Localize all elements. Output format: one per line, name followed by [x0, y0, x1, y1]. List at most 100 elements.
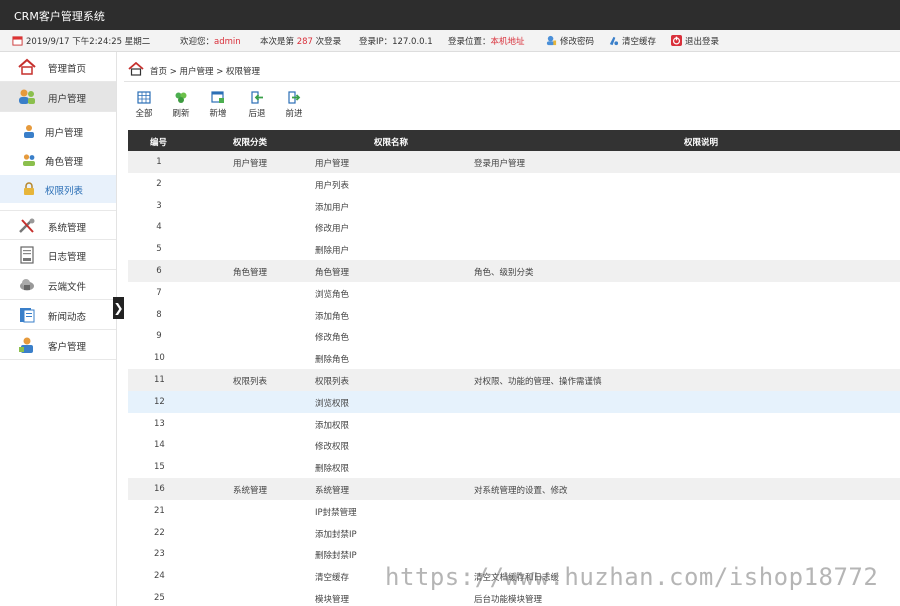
table-row[interactable]: 21 IP封禁管理 — [128, 500, 900, 522]
breadcrumb-text[interactable]: 首页 > 用户管理 > 权限管理 — [150, 65, 260, 77]
cell-desc: 对权限、功能的管理、操作需谨慎 — [474, 377, 602, 387]
cell-name: IP封禁管理 — [315, 507, 357, 518]
col-header-category[interactable]: 权限分类 — [233, 136, 267, 148]
cell-category: 权限列表 — [233, 377, 268, 387]
login-ip: 登录IP：127.0.0.1 — [359, 37, 433, 47]
table-row[interactable]: 13 添加权限 — [128, 413, 900, 435]
cell-name: 浏览权限 — [315, 398, 350, 409]
cell-desc: 后台功能模块管理 — [474, 595, 543, 605]
back-icon — [251, 91, 263, 104]
cell-id: 8 — [156, 309, 162, 320]
col-header-id[interactable]: 编号 — [150, 136, 167, 148]
broom-icon — [609, 36, 619, 46]
cell-id: 13 — [154, 418, 165, 429]
table-row[interactable]: 4 修改用户 — [128, 216, 900, 238]
cell-id: 12 — [154, 396, 165, 407]
user-icon — [24, 125, 34, 138]
table-row[interactable]: 6 角色管理 角色管理 角色、级别分类 — [128, 260, 900, 282]
sidebar-subitem-permissions[interactable]: 权限列表 — [0, 175, 116, 203]
cell-name: 删除用户 — [315, 246, 350, 257]
cell-id: 16 — [154, 484, 165, 494]
forward-button[interactable]: 前进 — [279, 91, 309, 121]
cell-category: 角色管理 — [233, 268, 268, 278]
sidebar-item-news[interactable]: 新闻动态 — [0, 300, 116, 330]
sidebar-subitem-users[interactable]: 用户管理 — [0, 117, 116, 145]
cell-name: 修改用户 — [315, 224, 350, 235]
clear-cache-link[interactable]: 清空缓存 — [608, 35, 656, 47]
table-row[interactable]: 3 添加用户 — [128, 195, 900, 217]
table-row[interactable]: 15 删除权限 — [128, 456, 900, 478]
users-icon — [19, 89, 35, 104]
cell-id: 6 — [156, 266, 162, 276]
calendar-icon — [12, 36, 23, 46]
watermark: https://www.huzhan.com/ishop18772 — [385, 563, 879, 591]
back-button[interactable]: 后退 — [242, 91, 272, 121]
col-header-desc[interactable]: 权限说明 — [684, 136, 718, 148]
cell-category: 用户管理 — [233, 159, 268, 169]
customer-icon — [19, 337, 33, 353]
cell-id: 2 — [156, 178, 162, 189]
tools-icon — [19, 218, 35, 233]
cell-desc: 对系统管理的设置、修改 — [474, 486, 568, 496]
table-row[interactable]: 9 修改角色 — [128, 325, 900, 347]
logout-link[interactable]: 退出登录 — [671, 35, 719, 47]
cell-name: 删除封禁IP — [315, 551, 357, 562]
cell-name: 修改角色 — [315, 333, 350, 344]
cell-id: 25 — [154, 593, 165, 603]
table-row[interactable]: 1 用户管理 用户管理 登录用户管理 — [128, 151, 900, 173]
table-header: 编号 权限分类 权限名称 权限说明 — [128, 130, 900, 151]
sidebar-toggle-button[interactable]: ❯ — [113, 297, 124, 319]
table-row[interactable]: 8 添加角色 — [128, 304, 900, 326]
sidebar-item-cloud-files[interactable]: 云端文件 — [0, 270, 116, 300]
sidebar-item-logs[interactable]: 日志管理 — [0, 240, 116, 270]
refresh-button[interactable]: 刷新 — [166, 91, 196, 121]
cell-name: 权限列表 — [315, 377, 350, 387]
cell-desc: 角色、级别分类 — [474, 268, 534, 278]
sidebar-subitem-roles[interactable]: 角色管理 — [0, 146, 116, 174]
cell-name: 浏览角色 — [315, 289, 350, 300]
login-location: 登录位置：本机地址 — [448, 37, 525, 47]
cell-id: 24 — [154, 571, 165, 582]
change-password-link[interactable]: 修改密码 — [546, 35, 594, 47]
sidebar-item-home[interactable]: 管理首页 — [0, 52, 116, 82]
cell-name: 用户列表 — [315, 180, 350, 191]
sidebar-item-customers[interactable]: 客户管理 — [0, 330, 116, 360]
grid-icon — [137, 91, 151, 104]
lock-icon — [24, 182, 34, 195]
add-window-icon — [211, 91, 224, 103]
show-all-button[interactable]: 全部 — [129, 91, 159, 121]
cell-id: 14 — [154, 440, 165, 451]
welcome-text: 欢迎您：admin — [180, 37, 241, 47]
cell-name: 修改权限 — [315, 442, 350, 453]
home-icon — [128, 62, 144, 76]
power-icon — [671, 35, 682, 46]
divider — [124, 81, 900, 82]
cell-desc: 登录用户管理 — [474, 159, 526, 169]
cell-name: 添加用户 — [315, 202, 350, 213]
cell-id: 23 — [154, 549, 165, 560]
cell-name: 角色管理 — [315, 268, 350, 278]
table-row[interactable]: 22 添加封禁IP — [128, 522, 900, 544]
cell-id: 3 — [156, 200, 162, 211]
username: admin — [214, 37, 241, 47]
table-row[interactable]: 5 删除用户 — [128, 238, 900, 260]
col-header-name[interactable]: 权限名称 — [374, 136, 408, 148]
app-title: CRM客户管理系统 — [14, 10, 105, 23]
sidebar: 管理首页 用户管理 用户管理 角色管理 权限列表 系统管理 日志管理 云端文件 … — [0, 52, 117, 606]
log-icon — [20, 246, 34, 264]
add-button[interactable]: 新增 — [203, 91, 233, 121]
home-icon — [18, 58, 36, 75]
table-row[interactable]: 10 删除角色 — [128, 347, 900, 369]
table-row[interactable]: 2 用户列表 — [128, 173, 900, 195]
forward-icon — [288, 91, 301, 104]
sidebar-item-system[interactable]: 系统管理 — [0, 210, 116, 240]
cell-name: 添加权限 — [315, 420, 350, 431]
table-row[interactable]: 12 浏览权限 — [128, 390, 900, 413]
table-row[interactable]: 14 修改权限 — [128, 434, 900, 456]
table-row[interactable]: 16 系统管理 系统管理 对系统管理的设置、修改 — [128, 478, 900, 500]
sidebar-item-user-mgmt[interactable]: 用户管理 — [0, 82, 116, 112]
table-row[interactable]: 7 浏览角色 — [128, 282, 900, 304]
table-row[interactable]: 11 权限列表 权限列表 对权限、功能的管理、操作需谨慎 — [128, 369, 900, 391]
cell-name: 系统管理 — [315, 486, 350, 496]
news-icon — [20, 308, 35, 323]
